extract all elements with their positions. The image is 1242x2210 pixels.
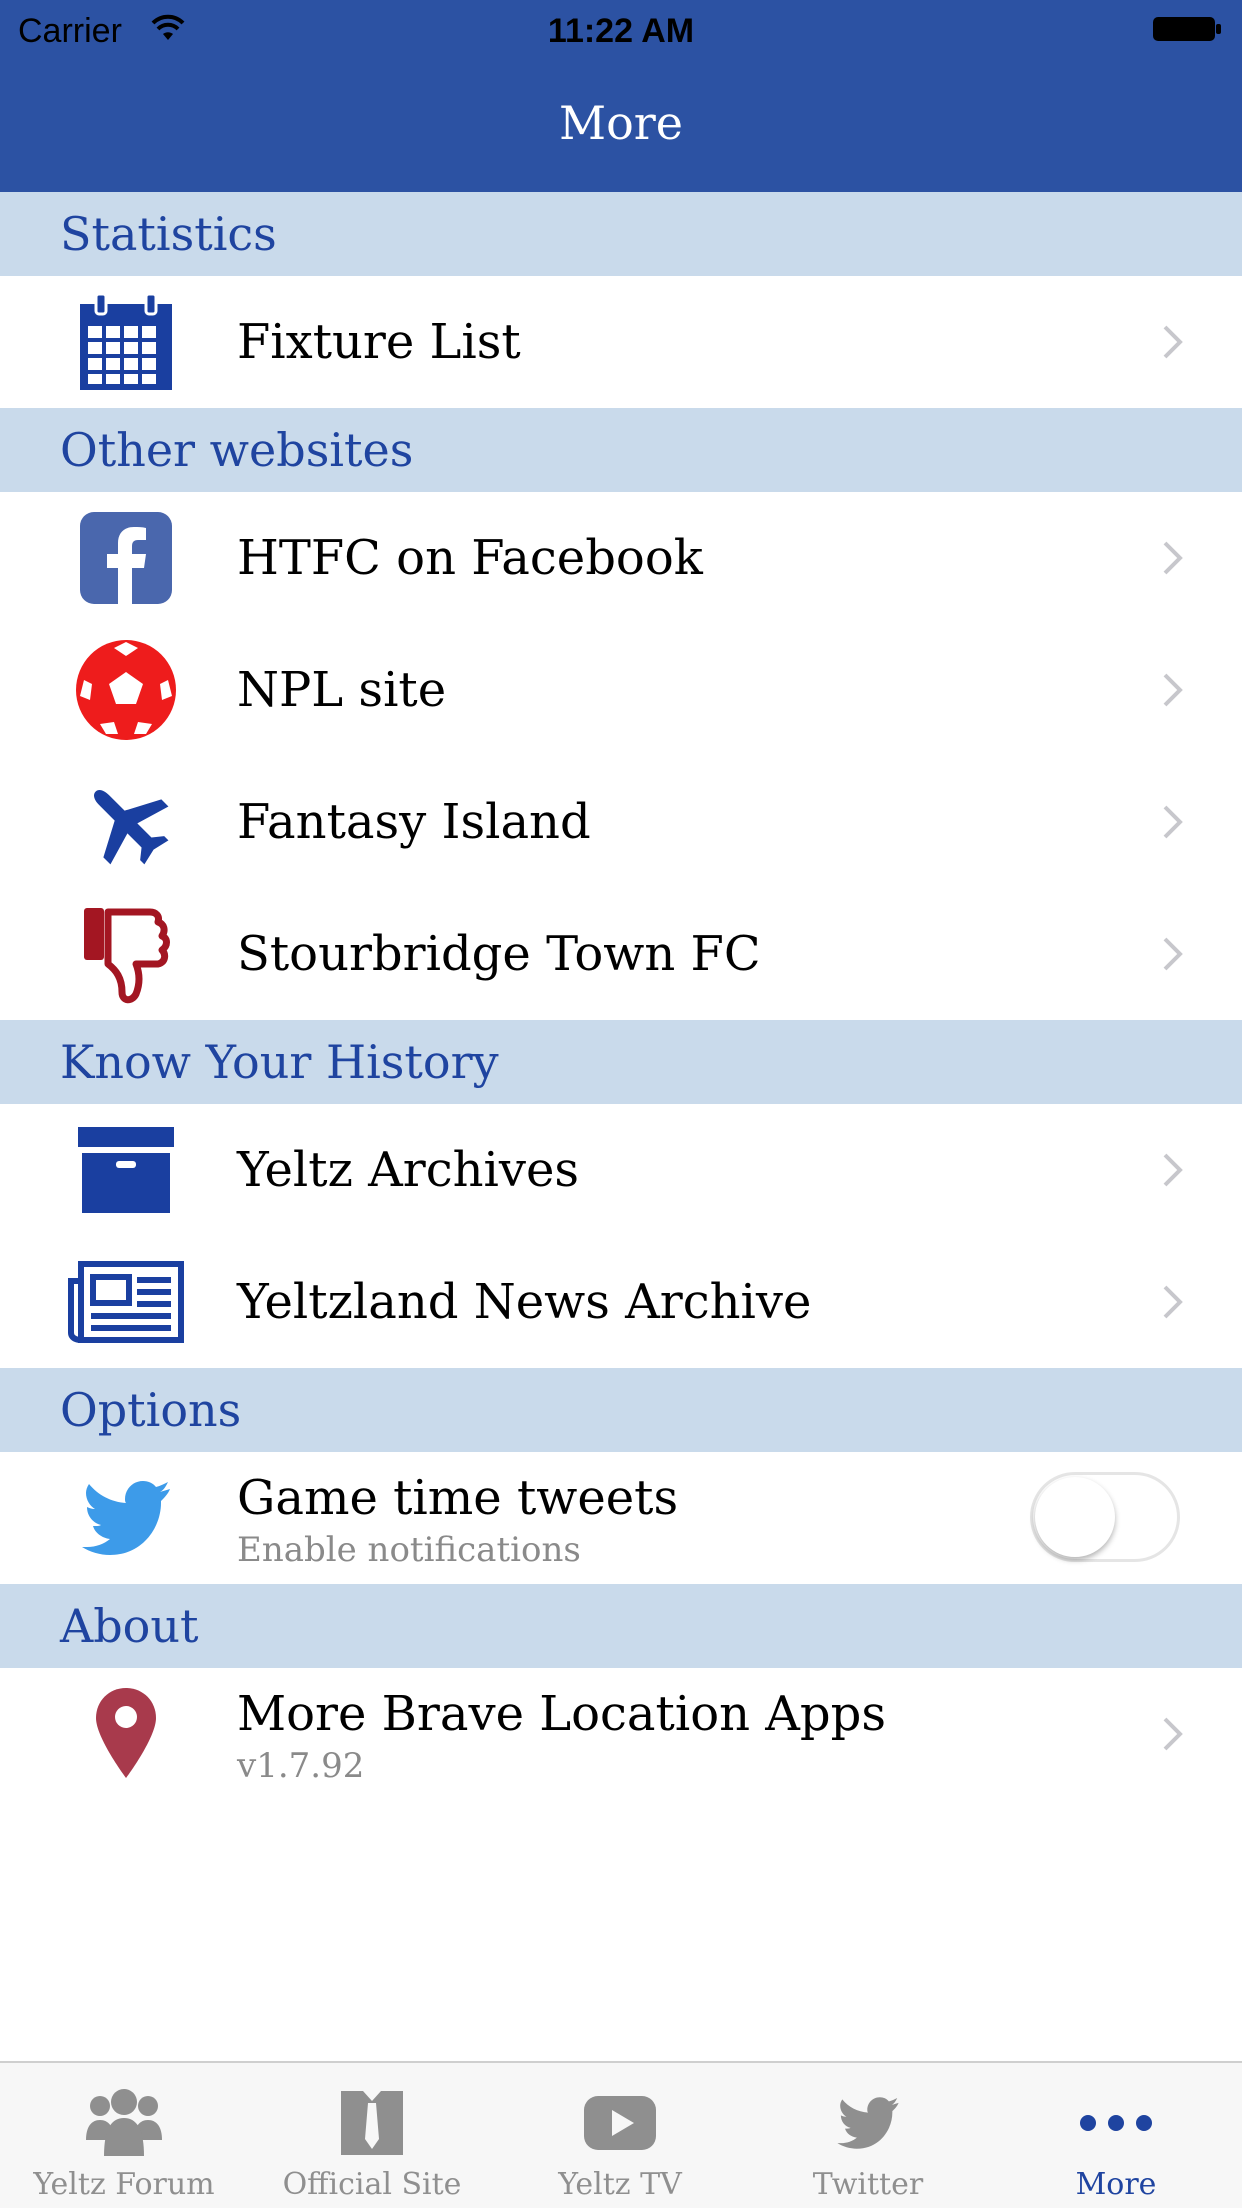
row-title: Fixture List bbox=[237, 314, 521, 370]
play-icon bbox=[496, 2083, 744, 2163]
chevron-right-icon bbox=[1163, 541, 1183, 575]
tab-label: Twitter bbox=[812, 2167, 924, 2202]
tab-yeltz-tv[interactable]: Yeltz TV bbox=[496, 2063, 744, 2210]
page-title: More bbox=[558, 96, 683, 150]
row-title: NPL site bbox=[237, 662, 447, 718]
tab-twitter[interactable]: Twitter bbox=[744, 2063, 992, 2210]
calendar-icon bbox=[66, 292, 186, 392]
twitter-bird-icon bbox=[744, 2083, 992, 2163]
tab-label: Yeltz Forum bbox=[33, 2167, 215, 2202]
facebook-icon bbox=[66, 508, 186, 608]
chevron-right-icon bbox=[1163, 1153, 1183, 1187]
row-npl-site[interactable]: NPL site bbox=[0, 624, 1242, 756]
tab-official-site[interactable]: Official Site bbox=[248, 2063, 496, 2210]
row-title: Stourbridge Town FC bbox=[237, 926, 761, 982]
row-title: Game time tweets bbox=[237, 1470, 679, 1526]
row-subtitle: v1.7.92 bbox=[237, 1746, 365, 1786]
soccer-ball-icon bbox=[66, 640, 186, 740]
chevron-right-icon bbox=[1163, 1285, 1183, 1319]
twitter-bird-icon bbox=[66, 1468, 186, 1568]
chevron-right-icon bbox=[1163, 1717, 1183, 1751]
shirt-tie-icon bbox=[248, 2083, 496, 2163]
row-title: Fantasy Island bbox=[237, 794, 591, 850]
row-fixture-list[interactable]: Fixture List bbox=[0, 276, 1242, 408]
row-subtitle: Enable notifications bbox=[237, 1530, 581, 1570]
section-header-about: About bbox=[0, 1584, 1242, 1668]
tab-bar: Yeltz Forum Official Site Yeltz TV Twitt… bbox=[0, 2061, 1242, 2208]
chevron-right-icon bbox=[1163, 805, 1183, 839]
section-header-statistics: Statistics bbox=[0, 192, 1242, 276]
tab-more[interactable]: More bbox=[992, 2063, 1240, 2210]
row-title: More Brave Location Apps bbox=[237, 1686, 887, 1742]
row-news-archive[interactable]: Yeltzland News Archive bbox=[0, 1236, 1242, 1368]
tab-label: Yeltz TV bbox=[558, 2167, 682, 2202]
chevron-right-icon bbox=[1163, 325, 1183, 359]
row-more-apps[interactable]: More Brave Location Apps v1.7.92 bbox=[0, 1668, 1242, 1800]
status-bar: Carrier 11:22 AM bbox=[0, 0, 1242, 60]
status-time: 11:22 AM bbox=[547, 12, 695, 50]
row-stourbridge[interactable]: Stourbridge Town FC bbox=[0, 888, 1242, 1020]
toggle-knob bbox=[1035, 1477, 1115, 1557]
settings-list: Statistics Fixture List Other websites H… bbox=[0, 192, 1242, 1800]
tab-yeltz-forum[interactable]: Yeltz Forum bbox=[0, 2063, 248, 2210]
row-game-time-tweets: Game time tweets Enable notifications bbox=[0, 1452, 1242, 1584]
tab-label: More bbox=[1075, 2167, 1157, 2202]
row-title: Yeltz Archives bbox=[237, 1142, 580, 1198]
thumbs-down-icon bbox=[66, 904, 186, 1004]
section-header-other-websites: Other websites bbox=[0, 408, 1242, 492]
row-fantasy-island[interactable]: Fantasy Island bbox=[0, 756, 1242, 888]
map-pin-icon bbox=[66, 1684, 186, 1784]
more-dots-icon bbox=[992, 2083, 1240, 2163]
archive-box-icon bbox=[66, 1120, 186, 1220]
section-header-options: Options bbox=[0, 1368, 1242, 1452]
row-htfc-facebook[interactable]: HTFC on Facebook bbox=[0, 492, 1242, 624]
section-header-history: Know Your History bbox=[0, 1020, 1242, 1104]
battery-icon bbox=[1153, 17, 1221, 41]
tab-label: Official Site bbox=[282, 2167, 462, 2202]
navigation-bar: More bbox=[0, 60, 1242, 192]
chevron-right-icon bbox=[1163, 937, 1183, 971]
notifications-toggle[interactable] bbox=[1030, 1472, 1180, 1562]
newspaper-icon bbox=[66, 1252, 186, 1352]
row-title: HTFC on Facebook bbox=[237, 530, 703, 586]
group-icon bbox=[0, 2083, 248, 2163]
row-title: Yeltzland News Archive bbox=[237, 1274, 812, 1330]
airplane-icon bbox=[66, 772, 186, 872]
chevron-right-icon bbox=[1163, 673, 1183, 707]
row-yeltz-archives[interactable]: Yeltz Archives bbox=[0, 1104, 1242, 1236]
